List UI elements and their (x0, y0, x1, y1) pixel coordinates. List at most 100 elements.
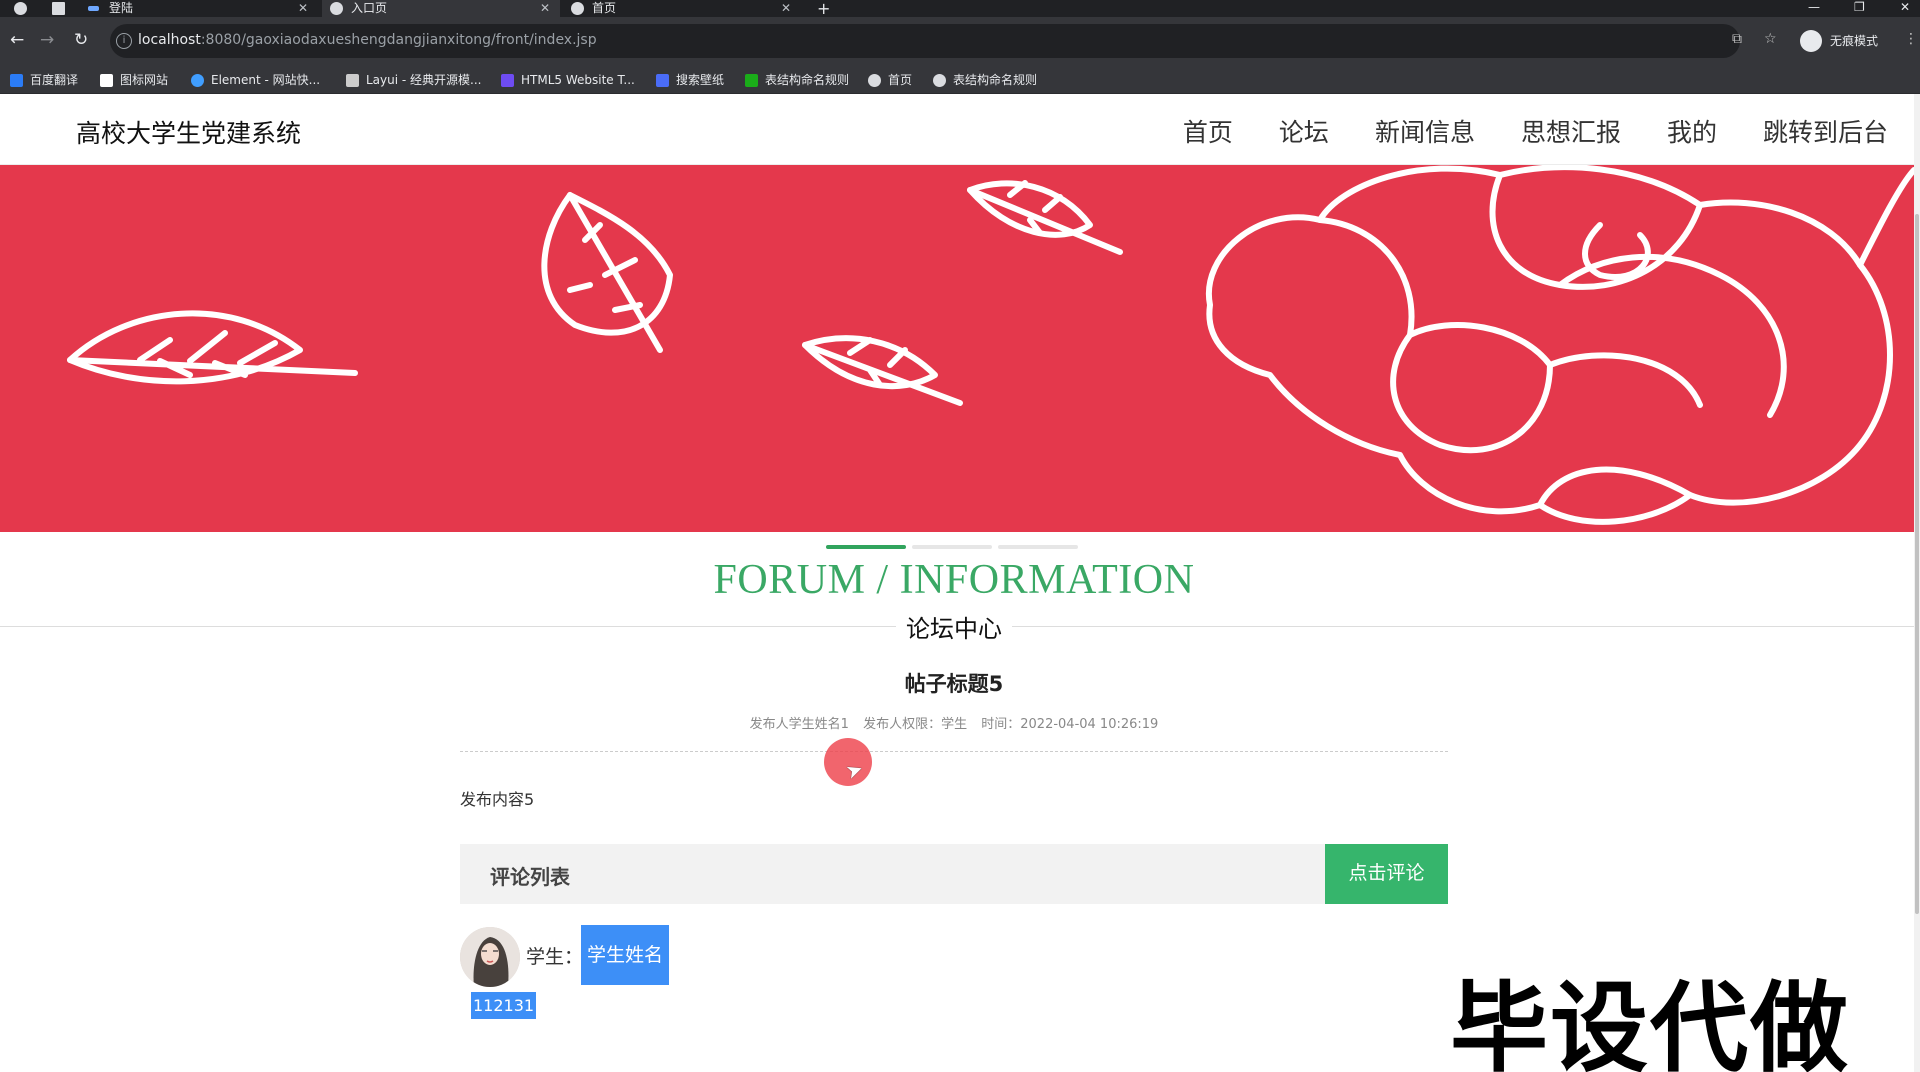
bookmark-favicon-icon (868, 74, 881, 87)
bookmark-label: 首页 (888, 73, 913, 87)
post-author: 发布人学生姓名1 (749, 717, 849, 732)
bookmark-favicon-icon (346, 74, 359, 87)
nav-forum[interactable]: 论坛 (1279, 113, 1329, 149)
carousel-indicators (826, 545, 1078, 549)
close-tab-icon[interactable]: ✕ (540, 0, 550, 16)
bookmark-label: 表结构命名规则 (765, 73, 850, 87)
site-info-icon[interactable]: i (116, 33, 132, 49)
bookmark-label: 图标网站 (120, 73, 169, 87)
bookmark-item[interactable]: 搜索壁纸 (656, 71, 724, 89)
section-subtitle-wrap: 论坛中心 (0, 609, 1908, 644)
bookmark-item[interactable]: Element - 网站快... (191, 71, 320, 89)
site-brand[interactable]: 高校大学生党建系统 (76, 114, 301, 150)
tab-title: 首页 (592, 1, 617, 15)
close-tab-icon[interactable]: ✕ (298, 0, 308, 16)
banner-illustration (67, 165, 1914, 525)
bookmark-item[interactable]: 表结构命名规则 (745, 71, 849, 89)
post-time: 时间：2022-04-04 10:26:19 (981, 717, 1159, 732)
bookmark-label: 百度翻译 (30, 73, 79, 87)
tab-title: 入口页 (351, 1, 388, 15)
back-icon[interactable]: ← (10, 31, 24, 49)
bookmark-item[interactable]: 百度翻译 (10, 71, 78, 89)
bookmark-favicon-icon (933, 74, 946, 87)
nav-news[interactable]: 新闻信息 (1375, 113, 1475, 149)
browser-toolbar: ← → ↻ i localhost:8080/gaoxiaodaxuesheng… (0, 17, 1920, 67)
page-scrollbar[interactable] (1914, 94, 1920, 1072)
browser-tab-entry[interactable]: 入口页 ✕ (322, 0, 560, 17)
nav-home[interactable]: 首页 (1183, 113, 1233, 149)
avatar (460, 927, 520, 987)
post-divider (460, 751, 1448, 752)
bookmark-favicon-icon (10, 74, 23, 87)
minimize-icon[interactable]: — (1808, 0, 1820, 14)
bookmark-item[interactable]: 首页 (868, 71, 912, 89)
page-viewport: 高校大学生党建系统 首页 论坛 新闻信息 思想汇报 我的 跳转到后台 FORUM… (0, 94, 1920, 1072)
watermark-text: 毕设代做 (1447, 969, 1851, 1072)
carousel-dot[interactable] (998, 545, 1078, 549)
translate-icon[interactable]: ⧉ (1732, 31, 1742, 47)
address-bar[interactable]: i localhost:8080/gaoxiaodaxueshengdangji… (110, 24, 1740, 58)
more-menu-icon[interactable]: ⋮ (1904, 31, 1918, 47)
bookmark-label: Layui - 经典开源模... (366, 73, 482, 87)
comment-list-title: 评论列表 (490, 865, 570, 889)
close-tab-icon[interactable]: ✕ (781, 0, 791, 16)
post-role: 发布人权限：学生 (863, 717, 968, 732)
carousel-dot[interactable] (826, 545, 906, 549)
carousel-dot[interactable] (912, 545, 992, 549)
nav-admin[interactable]: 跳转到后台 (1763, 113, 1888, 149)
url-text[interactable]: localhost:8080/gaoxiaodaxueshengdangjian… (138, 32, 597, 48)
bookmark-label: HTML5 Website T... (521, 73, 635, 87)
leaf-shape (967, 180, 1093, 238)
bookmark-favicon-icon (745, 74, 758, 87)
browser-tab-home[interactable]: 首页 ✕ (563, 0, 801, 17)
bookmark-item[interactable]: 表结构命名规则 (933, 71, 1037, 89)
leaf-shape (802, 335, 938, 390)
bookmark-favicon-icon (501, 74, 514, 87)
main-nav: 首页 论坛 新闻信息 思想汇报 我的 跳转到后台 (1183, 113, 1888, 149)
scrollbar-thumb[interactable] (1915, 214, 1919, 914)
forward-icon[interactable]: → (40, 31, 54, 49)
bookmark-favicon-icon (191, 74, 204, 87)
new-tab-icon[interactable]: + (817, 0, 830, 18)
bookmark-label: Element - 网站快... (211, 73, 321, 87)
bookmark-star-icon[interactable]: ☆ (1764, 31, 1777, 47)
incognito-indicator[interactable]: 无痕模式 (1800, 28, 1878, 54)
close-window-icon[interactable]: ✕ (1900, 0, 1910, 14)
nav-thought-report[interactable]: 思想汇报 (1521, 113, 1621, 149)
bookmarks-bar: 百度翻译 图标网站 Element - 网站快... Layui - 经典开源模… (0, 67, 1920, 94)
nav-mine[interactable]: 我的 (1667, 113, 1717, 149)
profile-label: 无痕模式 (1830, 34, 1879, 48)
bookmark-favicon-icon (100, 74, 113, 87)
tab-search-icon[interactable] (52, 2, 65, 15)
bookmark-item[interactable]: HTML5 Website T... (501, 71, 635, 89)
chrome-menu-icon[interactable] (14, 2, 27, 15)
rose-shape (1205, 165, 1893, 525)
user-avatar-icon (460, 927, 520, 987)
bookmark-label: 搜索壁纸 (676, 73, 725, 87)
section-title: FORUM / INFORMATION (713, 557, 1195, 603)
reload-icon[interactable]: ↻ (74, 31, 88, 49)
comment-user-name: 学生姓名1 (581, 925, 669, 1026)
post-content: 发布内容5 (460, 790, 535, 809)
browser-tab-login[interactable]: 登陆 ✕ (80, 0, 318, 17)
comment-text: 112131 (471, 992, 537, 1019)
bookmark-favicon-icon (656, 74, 669, 87)
post-title: 帖子标题5 (904, 672, 1004, 696)
globe-icon (330, 2, 343, 15)
bookmark-item[interactable]: Layui - 经典开源模... (346, 71, 481, 89)
tab-title: 登陆 (109, 1, 134, 15)
comment-list-header: 评论列表 (460, 844, 1328, 904)
incognito-icon (1800, 30, 1822, 52)
browser-tab-strip: 登陆 ✕ 入口页 ✕ 首页 ✕ + — ❐ ✕ (0, 0, 1920, 18)
comment-user-role: 学生： (526, 946, 584, 968)
post-meta: 发布人学生姓名1 发布人权限：学生 时间：2022-04-04 10:26:19 (460, 713, 1448, 732)
add-comment-button[interactable]: 点击评论 (1325, 844, 1448, 904)
restore-icon[interactable]: ❐ (1854, 0, 1865, 14)
section-subtitle: 论坛中心 (896, 615, 1012, 643)
tab-favicon-icon (88, 6, 99, 11)
site-header: 高校大学生党建系统 首页 论坛 新闻信息 思想汇报 我的 跳转到后台 (0, 94, 1914, 165)
bookmark-label: 表结构命名规则 (953, 73, 1038, 87)
bookmark-item[interactable]: 图标网站 (100, 71, 168, 89)
banner-carousel[interactable] (0, 165, 1914, 532)
globe-icon (571, 2, 584, 15)
